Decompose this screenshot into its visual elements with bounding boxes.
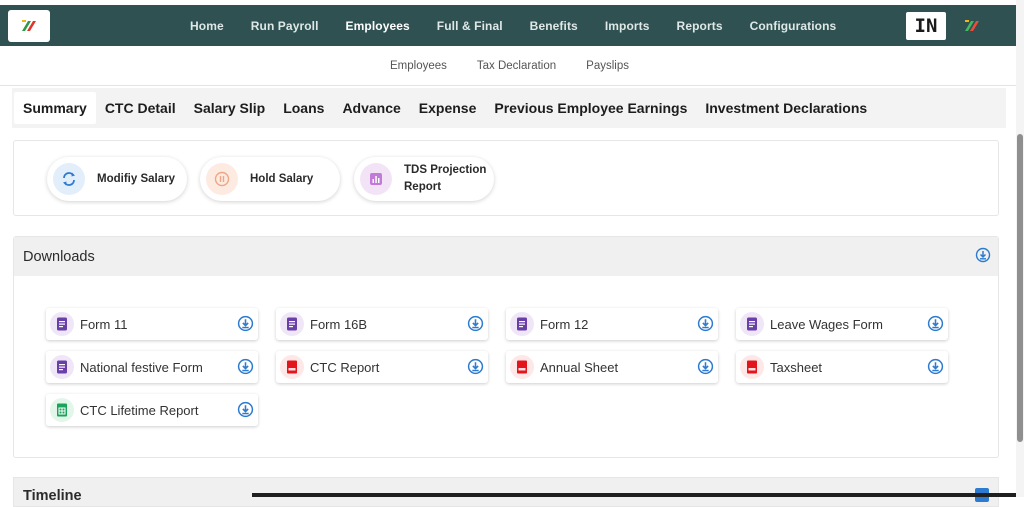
download-item-label: Form 11 xyxy=(80,317,128,332)
download-item[interactable]: CTC Lifetime Report xyxy=(46,394,258,426)
timeline-card: Timeline xyxy=(13,477,999,507)
nav-full-and-final[interactable]: Full & Final xyxy=(437,19,503,33)
tds-projection-report-button[interactable]: TDS Projection Report xyxy=(354,157,494,201)
download-item-label: Leave Wages Form xyxy=(770,317,883,332)
download-item-label: Taxsheet xyxy=(770,360,823,375)
nav-configurations[interactable]: Configurations xyxy=(750,19,837,33)
tab-summary[interactable]: Summary xyxy=(14,92,96,124)
download-item[interactable]: Leave Wages Form xyxy=(736,308,948,340)
tab-loans[interactable]: Loans xyxy=(274,92,333,124)
top-navbar: Home Run Payroll Employees Full & Final … xyxy=(0,5,1016,46)
download-all-icon[interactable] xyxy=(975,247,991,268)
nav-imports[interactable]: Imports xyxy=(605,19,650,33)
doc-purple-icon xyxy=(280,312,304,336)
subnav-tax-declaration[interactable]: Tax Declaration xyxy=(477,60,556,72)
hold-salary-label: Hold Salary xyxy=(250,172,314,185)
employee-tabs: Summary CTC Detail Salary Slip Loans Adv… xyxy=(12,88,1006,128)
refresh-icon xyxy=(53,163,85,195)
pdf-red-icon xyxy=(510,355,534,379)
download-icon[interactable] xyxy=(697,315,714,337)
download-item[interactable]: Annual Sheet xyxy=(506,351,718,383)
downloads-header[interactable]: Downloads xyxy=(14,237,998,276)
download-item[interactable]: Form 11 xyxy=(46,308,258,340)
hold-salary-button[interactable]: Hold Salary xyxy=(200,157,340,201)
tds-projection-report-label: TDS Projection Report xyxy=(404,162,486,196)
download-icon[interactable] xyxy=(467,358,484,380)
nav-home[interactable]: Home xyxy=(190,19,224,33)
tab-expense[interactable]: Expense xyxy=(410,92,486,124)
tab-advance[interactable]: Advance xyxy=(333,92,409,124)
nav-reports[interactable]: Reports xyxy=(677,19,723,33)
downloads-title: Downloads xyxy=(23,249,95,265)
timeline-title: Timeline xyxy=(23,488,82,504)
download-item-label: National festive Form xyxy=(80,360,203,375)
pdf-red-icon xyxy=(740,355,764,379)
download-icon[interactable] xyxy=(467,315,484,337)
download-item[interactable]: Taxsheet xyxy=(736,351,948,383)
nav-run-payroll[interactable]: Run Payroll xyxy=(251,19,319,33)
modify-salary-button[interactable]: Modifiy Salary xyxy=(47,157,187,201)
tds-label-line1: TDS Projection xyxy=(404,164,487,176)
download-icon[interactable] xyxy=(927,315,944,337)
doc-purple-icon xyxy=(510,312,534,336)
doc-purple-icon xyxy=(740,312,764,336)
pause-icon xyxy=(206,163,238,195)
scrollbar-thumb[interactable] xyxy=(1017,134,1023,442)
sheet-green-icon xyxy=(50,398,74,422)
download-item-label: Annual Sheet xyxy=(540,360,619,375)
tab-previous-employee-earnings[interactable]: Previous Employee Earnings xyxy=(485,92,696,124)
download-icon[interactable] xyxy=(237,401,254,423)
app-logo[interactable] xyxy=(8,10,50,42)
download-item-label: CTC Report xyxy=(310,360,380,375)
taskbar-edge xyxy=(252,493,1024,497)
download-item[interactable]: Form 16B xyxy=(276,308,488,340)
tds-label-line2: Report xyxy=(404,181,442,193)
brand-logo-icon xyxy=(22,20,36,31)
pdf-red-icon xyxy=(280,355,304,379)
doc-purple-icon xyxy=(50,312,74,336)
tab-investment-declarations[interactable]: Investment Declarations xyxy=(696,92,876,124)
brand-mark-icon xyxy=(965,20,979,31)
download-item[interactable]: National festive Form xyxy=(46,351,258,383)
sub-nav: Employees Tax Declaration Payslips xyxy=(0,46,1016,86)
modify-salary-label: Modifiy Salary xyxy=(97,172,175,185)
download-icon[interactable] xyxy=(697,358,714,380)
nav-benefits[interactable]: Benefits xyxy=(530,19,578,33)
download-icon[interactable] xyxy=(927,358,944,380)
actions-card: Modifiy Salary Hold Salary TDS Projectio… xyxy=(13,140,999,216)
download-icon[interactable] xyxy=(237,315,254,337)
user-avatar[interactable]: IN xyxy=(906,12,946,40)
tab-ctc-detail[interactable]: CTC Detail xyxy=(96,92,185,124)
download-item-label: CTC Lifetime Report xyxy=(80,403,199,418)
download-icon[interactable] xyxy=(237,358,254,380)
tab-salary-slip[interactable]: Salary Slip xyxy=(185,92,275,124)
download-item[interactable]: Form 12 xyxy=(506,308,718,340)
main-nav: Home Run Payroll Employees Full & Final … xyxy=(190,5,863,46)
doc-purple-icon xyxy=(50,355,74,379)
nav-employees[interactable]: Employees xyxy=(346,19,410,33)
brand-mark[interactable] xyxy=(962,16,982,41)
subnav-employees[interactable]: Employees xyxy=(390,60,447,72)
download-item-label: Form 12 xyxy=(540,317,589,332)
report-chart-icon xyxy=(360,163,392,195)
subnav-payslips[interactable]: Payslips xyxy=(586,60,629,72)
download-item-label: Form 16B xyxy=(310,317,368,332)
download-item[interactable]: CTC Report xyxy=(276,351,488,383)
